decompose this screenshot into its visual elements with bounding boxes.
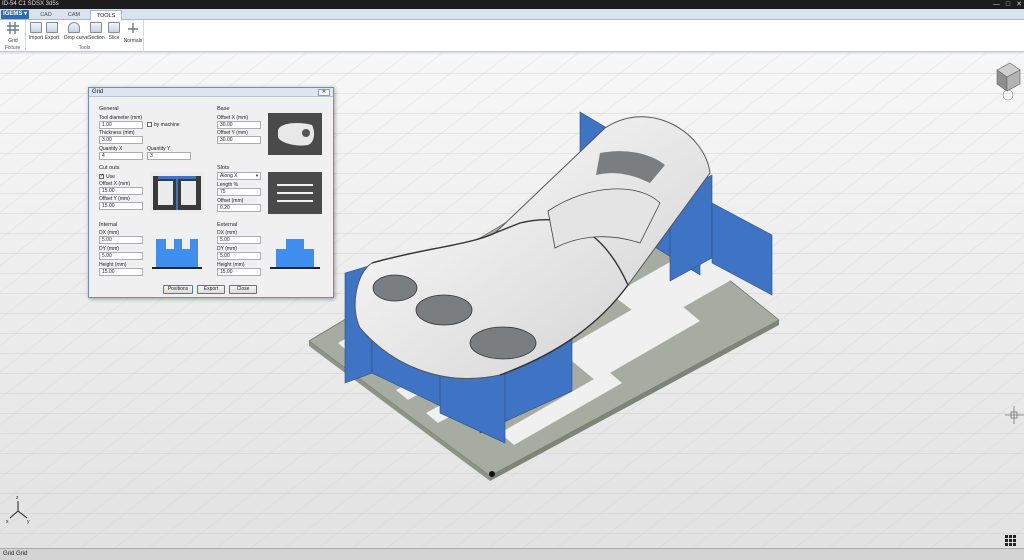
export-dialog-button[interactable]: Export [197,285,225,294]
export-icon [46,22,58,33]
cutouts-preview-image [150,172,204,214]
dialog-close-icon[interactable]: ✕ [318,89,330,96]
chevron-down-icon: ▼ [255,173,259,178]
internal-section-heading: Internal [99,222,118,228]
slice-icon [108,22,120,33]
drop-curve-icon [68,22,80,33]
internal-dy-input[interactable]: 5.00 [99,252,143,260]
internal-preview-image [152,239,202,269]
ribbon-group-label: Fixture [4,45,21,51]
close-window-button[interactable]: ✕ [1016,0,1022,9]
by-machine-label: by machine [154,122,180,128]
import-icon [30,22,42,33]
ribbon-group-fixture: Grid Fixture [0,20,26,52]
tab-tools[interactable]: TOOLS [90,10,122,20]
section-button[interactable]: Section [88,22,105,41]
status-text: Grid Grid [3,551,28,557]
grid-dialog: Grid ✕ General Tool diameter (mm) 1.00 b… [88,87,334,298]
ribbon-panel: Grid Fixture Import Export Drop curve Se… [0,20,1024,52]
ribbon-group-tools: Import Export Drop curve Section Slice N… [26,20,144,52]
external-preview-image [270,239,320,269]
slice-button[interactable]: Slice [106,22,122,41]
base-offset-x-input[interactable]: 30.00 [217,121,261,129]
tab-cad[interactable]: CAD [34,10,58,20]
slots-preview-image [268,172,322,214]
base-offset-y-input[interactable]: 30.00 [217,136,261,144]
external-height-input[interactable]: 15.00 [217,268,261,276]
window-controls: — □ ✕ [993,0,1022,9]
normals-button[interactable]: Normals [123,22,143,44]
ribbon-group-label: Tools [78,45,91,51]
internal-height-input[interactable]: 15.00 [99,268,143,276]
drop-curve-button[interactable]: Drop curve [64,22,89,41]
slice-button-label: Slice [108,35,120,41]
app-grid-icon[interactable] [1005,535,1016,546]
base-section-heading: Base [217,106,230,112]
dialog-title-bar: Grid ✕ [89,88,333,97]
maximize-button[interactable]: □ [1006,0,1010,9]
cutouts-section-heading: Cut outs [99,165,120,171]
tool-diameter-input[interactable]: 1.00 [99,121,143,129]
status-bar: Grid Grid [0,548,1024,560]
slot-length-input[interactable]: 75 [217,188,261,196]
internal-dx-input[interactable]: 5.00 [99,236,143,244]
slots-section-heading: Slots [217,165,230,171]
minimize-button[interactable]: — [993,0,1000,9]
import-button-label: Import [28,35,44,41]
slot-direction-value: Along X [220,173,238,179]
section-icon [90,22,102,33]
quantity-x-input[interactable]: 4 [99,152,143,160]
export-button-label: Export [44,35,60,41]
close-dialog-button[interactable]: Close [229,285,257,294]
cutout-offset-x-input[interactable]: 15.00 [99,187,143,195]
cutout-offset-y-input[interactable]: 15.00 [99,202,143,210]
slot-direction-select[interactable]: Along X ▼ [217,172,261,180]
grid-icon [7,22,19,34]
quantity-y-input[interactable]: 3 [147,152,191,160]
tab-cam[interactable]: CAM [62,10,86,20]
normals-icon [128,23,138,33]
cursor-icon [489,471,495,477]
external-dx-input[interactable]: 5.00 [217,236,261,244]
thickness-input[interactable]: 3.00 [99,136,143,144]
title-bar: ID-54 C1 SDSX 3d5s — □ ✕ [0,0,1024,9]
export-button[interactable]: Export [44,22,60,41]
window-title: ID-54 C1 SDSX 3d5s [2,1,59,7]
grid-button-label: Grid [8,38,18,44]
normals-button-label: Normals [123,38,143,44]
base-preview-image [268,113,322,155]
general-section-heading: General [99,106,119,112]
grid-button[interactable]: Grid [5,22,21,44]
import-button[interactable]: Import [28,22,44,41]
dialog-title: Grid [92,89,104,95]
slot-offset-input[interactable]: 0.20 [217,204,261,212]
app-menu-button[interactable]: IGEMS ▾ [1,10,29,19]
use-cutouts-label: Use [106,174,115,180]
positions-button[interactable]: Positions [163,285,193,294]
section-button-label: Section [88,35,105,41]
drop-curve-button-label: Drop curve [64,35,89,41]
use-cutouts-checkbox[interactable] [99,173,104,179]
by-machine-checkbox[interactable] [147,122,152,127]
ribbon-tab-row: IGEMS ▾ CAD CAM TOOLS [0,9,1024,20]
external-dy-input[interactable]: 5.00 [217,252,261,260]
external-section-heading: External [217,222,238,228]
